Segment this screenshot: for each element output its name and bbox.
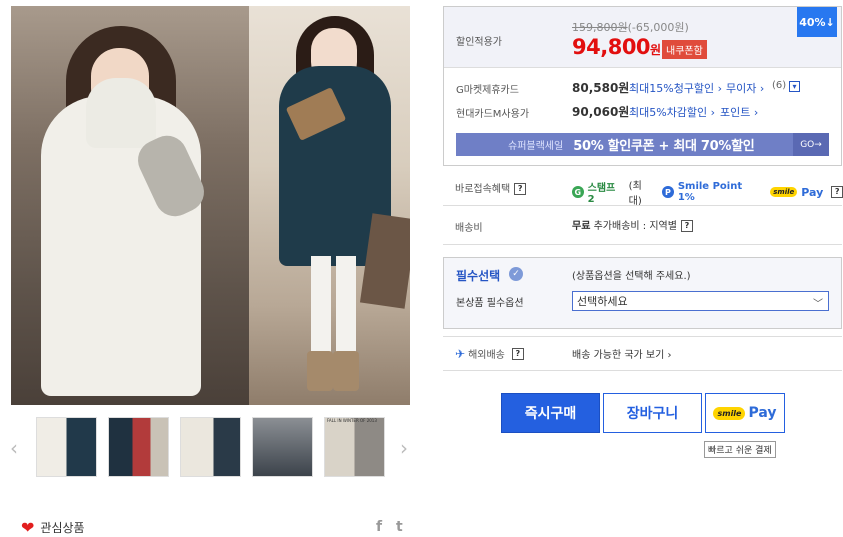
super-sale-title: 슈퍼블랙세일 <box>508 141 564 152</box>
card2-detail-link[interactable]: 최대5%차감할인 › <box>629 104 715 120</box>
shipping-help-icon[interactable]: ? <box>680 220 693 232</box>
discount-rate-badge: 40%↓ <box>797 7 837 37</box>
favorite-button[interactable]: ❤ 관심상품 <box>21 519 85 536</box>
smile-pay-button[interactable]: smile Pay <box>705 393 785 433</box>
thumbnail-1[interactable] <box>36 417 97 477</box>
stamp-text: 스탬프 2 <box>587 183 616 205</box>
smile-pay-logo-icon: smile <box>713 406 746 420</box>
thumb-prev-arrow-icon[interactable]: ‹ <box>10 436 18 460</box>
card1-extra: 무이자 <box>726 82 757 95</box>
final-price: 94,800원 <box>572 35 661 59</box>
option-label: 본상품 필수옵션 <box>456 298 524 309</box>
boot-right <box>333 351 359 391</box>
super-sale-banner[interactable]: 슈퍼블랙세일 50% 할인쿠폰 + 최대 70%할인 GO→ <box>456 133 829 156</box>
card2-extra-chevron-icon: › <box>753 106 759 119</box>
card2-extra: 포인트 <box>720 106 751 119</box>
my-coupon-button[interactable]: 내쿠폰함 <box>662 40 707 59</box>
benefit-label: 바로접속혜택? <box>455 180 527 195</box>
stamp-icon: G <box>572 186 584 198</box>
pay-text: Pay <box>801 185 824 199</box>
discount-price-label: 할인적용가 <box>456 37 502 48</box>
card2-price: 90,060원 <box>572 105 630 119</box>
add-to-cart-button[interactable]: 장바구니 <box>603 393 702 433</box>
option-select[interactable]: 선택하세요 ﹀ <box>572 291 829 311</box>
card1-label: G마켓제휴카드 <box>456 85 519 96</box>
smile-pay-help-icon[interactable]: ? <box>831 186 843 198</box>
smile-pay-logo-icon: smile <box>770 187 798 197</box>
required-select-title: 필수선택 <box>456 269 501 283</box>
smile-point-text: Smile Point 1% <box>677 181 743 203</box>
original-price: 159,800원(-65,000원) <box>572 19 689 35</box>
super-sale-go-button[interactable]: GO→ <box>793 133 829 156</box>
divider <box>443 244 842 245</box>
card1-detail-link[interactable]: 최대15%청구할인 › <box>629 80 722 96</box>
thumbnail-3[interactable] <box>180 417 241 477</box>
shipping-info: 무료 추가배송비 : 지역별? <box>572 217 693 232</box>
boot-left <box>307 351 333 391</box>
shipping-value: 무료 <box>572 221 591 232</box>
stamp-note: (최대) <box>628 181 642 207</box>
chevron-down-icon: ﹀ <box>813 299 823 310</box>
main-product-image <box>11 6 410 405</box>
overseas-label-text: 해외배송 <box>468 350 505 361</box>
facebook-share-icon[interactable]: f <box>376 519 382 535</box>
thumbnail-caption: FALL IN WINTER OF 2013 <box>327 418 377 423</box>
smile-point-icon: P <box>662 186 674 198</box>
final-price-value: 94,800 <box>572 35 651 59</box>
twitter-share-icon[interactable]: t <box>396 519 403 535</box>
card1-detail-chevron-icon: › <box>717 82 723 95</box>
benefit-info: G 스탬프 2 (최대) P Smile Point 1% smile Pay ? <box>572 177 843 207</box>
buy-now-button[interactable]: 즉시구매 <box>501 393 600 433</box>
divider <box>443 370 842 371</box>
favorite-label: 관심상품 <box>40 521 85 535</box>
airplane-icon: ✈ <box>455 346 466 361</box>
divider <box>443 336 842 337</box>
card2-detail: 최대5%차감할인 <box>629 106 708 119</box>
shipping-label: 배송비 <box>455 223 483 234</box>
card1-price: 80,580원 <box>572 81 630 95</box>
super-sale-text: 50% 할인쿠폰 + 최대 70%할인 <box>573 139 755 154</box>
benefit-help-icon[interactable]: ? <box>514 183 527 195</box>
card1-dropdown-icon[interactable]: ▾ <box>789 81 800 92</box>
white-coat-collar <box>86 78 156 148</box>
original-price-value: 159,800원 <box>572 21 628 34</box>
benefit-label-text: 바로접속혜택 <box>455 184 511 195</box>
thumb-next-arrow-icon[interactable]: › <box>400 436 408 460</box>
option-selected-value: 선택하세요 <box>577 295 628 308</box>
final-price-currency: 원 <box>650 43 661 57</box>
price-box: 할인적용가 159,800원(-65,000원) 94,800원 내쿠폰함 40… <box>443 6 842 166</box>
card2-detail-chevron-icon: › <box>710 106 716 119</box>
card1-extra-chevron-icon: › <box>759 82 765 95</box>
check-icon: ✓ <box>509 267 523 281</box>
divider <box>444 67 841 68</box>
smile-pay-tooltip: 빠르고 쉬운 결제 <box>704 441 776 458</box>
heart-icon: ❤ <box>21 517 35 537</box>
card1-extra-link[interactable]: 무이자 › <box>726 80 764 96</box>
card2-label: 현대카드M사용가 <box>456 109 530 120</box>
overseas-countries-link[interactable]: 배송 가능한 국가 보기 › <box>572 346 672 361</box>
option-box: 필수선택 ✓ (상품옵션을 선택해 주세요.) 본상품 필수옵션 선택하세요 ﹀ <box>443 257 842 329</box>
card2-extra-link[interactable]: 포인트 › <box>720 104 758 120</box>
shipping-note: 추가배송비 : 지역별 <box>593 221 677 232</box>
option-hint: (상품옵션을 선택해 주세요.) <box>572 271 691 282</box>
card1-detail: 최대15%청구할인 <box>629 82 715 95</box>
overseas-shipping-label: ✈ 해외배송? <box>455 346 524 361</box>
thumbnail-2[interactable] <box>108 417 169 477</box>
card1-extra-count: (6) <box>772 80 787 91</box>
pay-label: Pay <box>748 405 777 421</box>
thumbnail-4[interactable] <box>252 417 313 477</box>
thumbnail-5[interactable]: FALL IN WINTER OF 2013 <box>324 417 385 477</box>
discount-amount: (-65,000원) <box>627 21 689 34</box>
overseas-help-icon[interactable]: ? <box>511 347 524 360</box>
divider <box>443 205 842 206</box>
